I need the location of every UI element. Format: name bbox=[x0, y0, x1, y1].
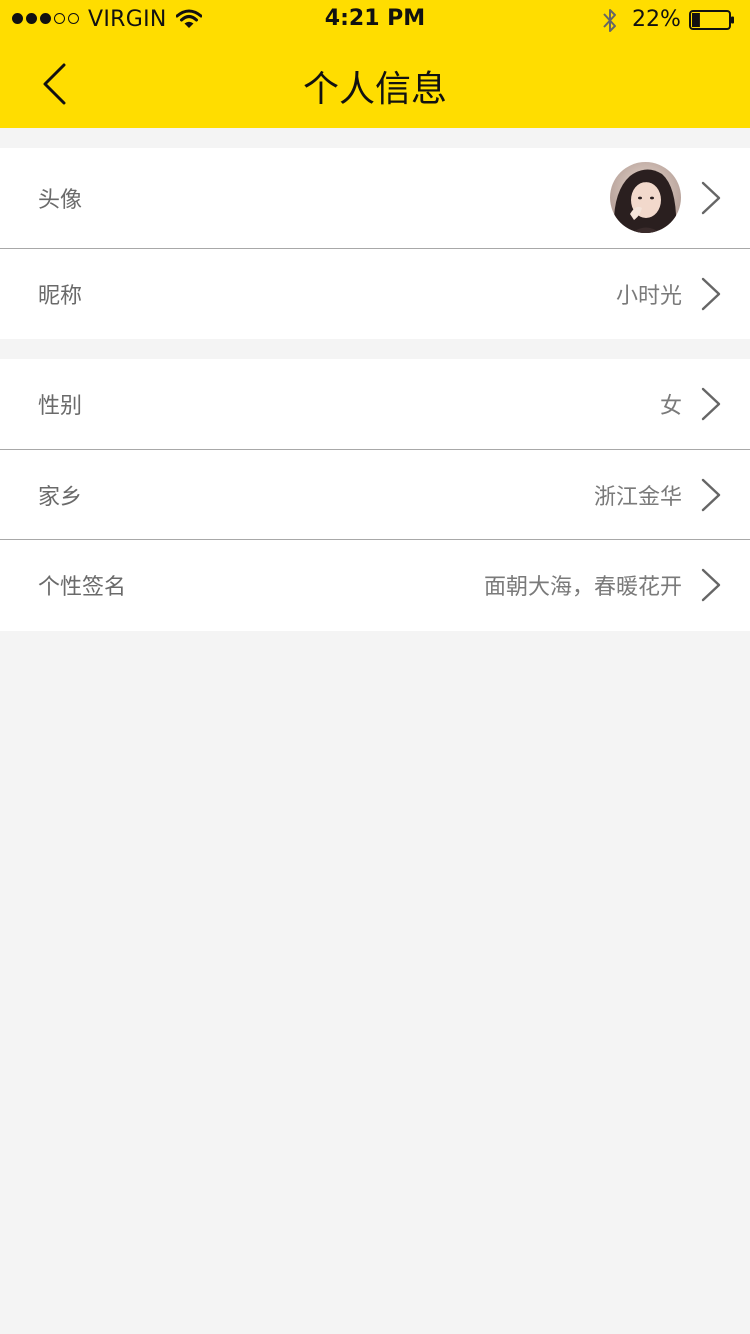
chevron-right-icon bbox=[701, 277, 721, 310]
signature-row[interactable]: 个性签名 面朝大海，春暖花开 bbox=[0, 539, 750, 629]
bluetooth-icon bbox=[603, 9, 616, 32]
header: VIRGIN 4:21 PM 22% 个人信息 bbox=[0, 0, 750, 128]
chevron-right-icon bbox=[701, 568, 721, 601]
avatar-label: 头像 bbox=[38, 188, 83, 213]
nickname-value: 小时光 bbox=[615, 283, 682, 309]
gender-value: 女 bbox=[659, 394, 682, 419]
avatar-row[interactable]: 头像 bbox=[0, 148, 750, 248]
chevron-right-icon bbox=[701, 478, 721, 511]
battery-icon bbox=[689, 10, 734, 30]
navigation-bar: 个人信息 bbox=[0, 40, 750, 128]
battery-percent: 22% bbox=[632, 7, 681, 32]
hometown-label: 家乡 bbox=[38, 484, 83, 510]
profile-detail-group: 性别 女 家乡 浙江金华 个性签名 面朝大海，春暖花开 bbox=[0, 359, 750, 631]
gender-row[interactable]: 性别 女 bbox=[0, 359, 750, 449]
hometown-row[interactable]: 家乡 浙江金华 bbox=[0, 449, 750, 539]
chevron-right-icon bbox=[701, 181, 721, 215]
profile-basic-group: 头像 昵称 小时光 bbox=[0, 148, 750, 339]
signature-value: 面朝大海，春暖花开 bbox=[483, 574, 682, 600]
battery-fill bbox=[692, 13, 700, 27]
avatar bbox=[610, 162, 681, 233]
gender-label: 性别 bbox=[38, 394, 83, 419]
hometown-value: 浙江金华 bbox=[593, 484, 682, 510]
page-title: 个人信息 bbox=[302, 69, 447, 110]
chevron-right-icon bbox=[701, 387, 721, 421]
signature-label: 个性签名 bbox=[38, 574, 127, 600]
nickname-label: 昵称 bbox=[38, 283, 83, 309]
nickname-row[interactable]: 昵称 小时光 bbox=[0, 248, 750, 338]
status-bar: VIRGIN 4:21 PM 22% bbox=[0, 0, 750, 40]
